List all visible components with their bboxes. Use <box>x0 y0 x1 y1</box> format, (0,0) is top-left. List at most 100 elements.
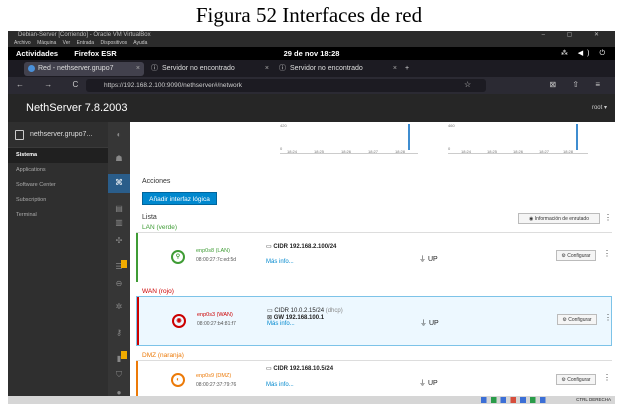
chart-tick: 18:27 <box>539 149 550 154</box>
shield-icon[interactable]: ⛉ <box>114 370 124 380</box>
warning-badge-icon <box>121 351 127 359</box>
chart-tick: 18:24 <box>461 149 472 154</box>
routing-info-button[interactable]: ◉ Información de enrutado <box>518 213 600 224</box>
storage-icon[interactable]: ▤ <box>114 204 124 214</box>
settings-icon[interactable]: ✲ <box>114 302 124 312</box>
row-kebab-menu-icon[interactable]: ⋮ <box>604 313 612 322</box>
info-icon: ⓘ <box>279 65 286 72</box>
close-icon[interactable]: × <box>393 62 397 76</box>
plug-icon: ⏚ <box>419 256 428 263</box>
network-icon[interactable]: ⌘ <box>114 178 124 188</box>
vbox-titlebar: Debian-Server [Corriendo] - Oracle VM Vi… <box>8 31 615 40</box>
vbox-menubar: Archivo Máquina Ver Entrada Dispositivos… <box>8 40 615 47</box>
tab-red[interactable]: Red - nethserver.grupo7 × <box>24 62 144 76</box>
close-icon[interactable]: × <box>265 62 269 76</box>
traffic-chart-right: 460 0 18:24 18:25 18:26 18:27 18:28 <box>448 122 588 154</box>
bookmark-star-icon[interactable]: ☆ <box>464 80 471 89</box>
row-kebab-menu-icon[interactable]: ⋮ <box>603 249 611 258</box>
sidebar-item-subscription[interactable]: Subscription <box>8 193 108 208</box>
users-icon[interactable]: ☗ <box>114 154 124 164</box>
tab-not-found-2[interactable]: ⓘ Servidor no encontrado × <box>276 62 401 76</box>
new-tab-button[interactable]: + <box>403 62 417 76</box>
system-tray[interactable]: ⁂ ◀) ⏻ <box>561 47 609 60</box>
interface-mac: 08:00:27:7c:ed:5d <box>196 257 237 263</box>
zone-label-lan: LAN (verde) <box>142 224 178 231</box>
traffic-chart-left: 420 0 18:24 18:25 18:26 18:27 18:28 <box>280 122 418 154</box>
url-field[interactable]: https://192.168.2.100:9090/nethserver#/n… <box>86 79 486 92</box>
sidebar-item-terminal[interactable]: Terminal <box>8 208 108 223</box>
configure-button[interactable]: ⚙ Configurar <box>556 250 596 261</box>
interface-name: enp0s3 (WAN) <box>197 312 233 318</box>
more-info-link[interactable]: Más info... <box>266 259 294 265</box>
interface-cidr: ▭ CIDR 192.168.2.100/24 <box>266 244 337 250</box>
chart-y0: 0 <box>280 146 283 151</box>
url-path: :9090/nethserver#/network <box>165 82 243 89</box>
nav-buttons[interactable]: ← → C <box>16 80 87 89</box>
configure-button[interactable]: ⚙ Configurar <box>556 374 596 385</box>
zone-color-bar <box>136 233 138 282</box>
network-page: 420 0 18:24 18:25 18:26 18:27 18:28 460 … <box>130 122 615 396</box>
interface-mac: 08:00:27:b4:81:f7 <box>197 321 236 327</box>
plug-icon: ⏚ <box>419 380 428 387</box>
list-kebab-menu-icon[interactable]: ⋮ <box>604 213 612 222</box>
sidebar-item-software-center[interactable]: Software Center <box>8 178 108 193</box>
menu-archivo[interactable]: Archivo <box>14 40 31 46</box>
disk-icon[interactable]: ▥ <box>114 218 124 228</box>
dmz-zone-icon: ◐ <box>171 373 185 387</box>
interface-mac: 08:00:27:37:79:76 <box>196 382 237 388</box>
server-icon <box>15 130 24 140</box>
vbox-statusbar: CTRL DERECHA <box>8 396 615 404</box>
menu-maquina[interactable]: Máquina <box>37 40 56 46</box>
vbox-title: Debian-Server [Corriendo] - Oracle VM Vi… <box>18 32 151 38</box>
configure-button[interactable]: ⚙ Configurar <box>557 314 597 325</box>
menu-dispositivos[interactable]: Dispositivos <box>100 40 127 46</box>
menu-ver[interactable]: Ver <box>63 40 71 46</box>
actions-title: Acciones <box>142 178 171 185</box>
more-info-link[interactable]: Más info... <box>267 321 295 327</box>
interface-name: enp0s9 (DMZ) <box>196 373 232 379</box>
nethserver-header: NethServer 7.8.2003 root ▾ <box>8 94 615 122</box>
tab-not-found-1[interactable]: ⓘ Servidor no encontrado × <box>148 62 273 76</box>
list-title: Lista <box>142 214 157 221</box>
interface-cidr: ▭ CIDR 192.168.10.5/24 <box>266 366 334 372</box>
chart-tick: 18:28 <box>563 149 574 154</box>
host-name: nethserver.grupo7... <box>30 131 93 138</box>
interface-status: ⏚ UP <box>420 320 439 327</box>
interface-status: ⏚ UP <box>419 380 438 387</box>
warning-badge-icon <box>121 260 127 268</box>
tab-label: Red - nethserver.grupo7 <box>38 65 114 72</box>
close-icon[interactable]: × <box>136 62 140 76</box>
chart-spike <box>408 124 410 150</box>
interface-name: enp0s8 (LAN) <box>196 248 230 254</box>
interface-status: ⏚ UP <box>419 256 438 263</box>
statusbar-device-icons[interactable] <box>481 397 551 403</box>
url-host: https://192.168.2.100 <box>104 82 166 89</box>
window-controls[interactable]: – ▢ ✕ <box>542 31 609 40</box>
section-icon-rail: ◐ ☗ ⌘ ▤ ▥ ✣ ☰ ⊖ ✲ ⚷ ▮ ⛉ ● <box>108 122 130 404</box>
browser-tabbar: Red - nethserver.grupo7 × ⓘ Servidor no … <box>8 60 615 77</box>
routing-info-label: Información de enrutado <box>534 216 589 222</box>
tab-favicon-icon <box>28 65 35 72</box>
sidebar-item-sistema[interactable]: Sistema <box>8 148 108 163</box>
backup-icon[interactable]: ⊖ <box>114 279 124 289</box>
clock[interactable]: 29 de nov 18:28 <box>8 47 615 60</box>
row-kebab-menu-icon[interactable]: ⋮ <box>603 373 611 382</box>
menu-ayuda[interactable]: Ayuda <box>133 40 147 46</box>
user-menu[interactable]: root ▾ <box>592 104 607 111</box>
brand-title: NethServer 7.8.2003 <box>26 102 128 114</box>
dashboard-icon[interactable]: ◐ <box>114 130 124 140</box>
more-info-link[interactable]: Más info... <box>266 382 294 388</box>
menu-entrada[interactable]: Entrada <box>77 40 95 46</box>
chart-tick: 18:27 <box>368 149 379 154</box>
host-selector[interactable]: nethserver.grupo7... <box>8 122 108 148</box>
wan-zone-icon: ◉ <box>172 314 186 328</box>
chart-tick: 18:24 <box>287 149 298 154</box>
sidebar-item-applications[interactable]: Applications <box>8 163 108 178</box>
add-logical-interface-button[interactable]: Añadir interfaz lógica <box>142 192 217 205</box>
interface-cidr: ▭ CIDR 10.0.2.15/24 (dhcp) <box>267 308 343 314</box>
toolbar-icons[interactable]: ⊠ ⇧ ≡ <box>549 80 607 89</box>
services-icon[interactable]: ✣ <box>114 236 124 246</box>
chart-tick: 18:25 <box>487 149 498 154</box>
key-icon[interactable]: ⚷ <box>114 328 124 338</box>
virtualbox-window: Debian-Server [Corriendo] - Oracle VM Vi… <box>8 31 615 404</box>
